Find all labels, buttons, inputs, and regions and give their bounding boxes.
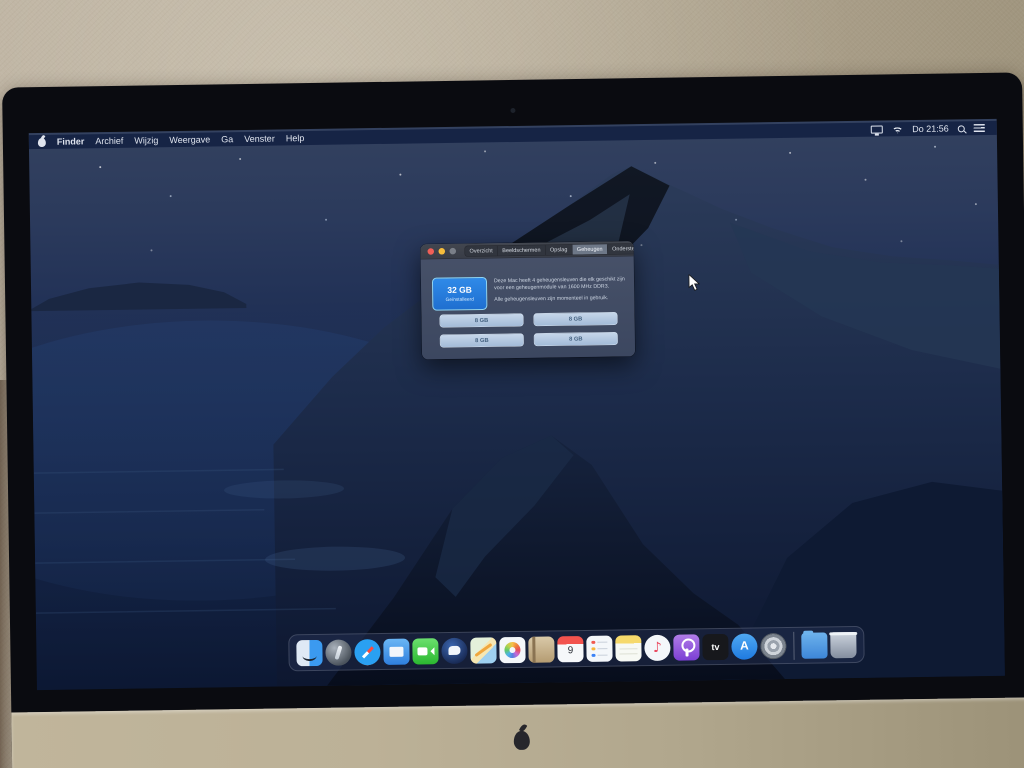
memory-installed-label: Geïnstalleerd: [446, 297, 474, 303]
tab-beeldschermen[interactable]: Beeldschermen: [498, 245, 546, 256]
messages-icon[interactable]: [441, 637, 467, 663]
ram-module-icon: 32 GB Geïnstalleerd: [432, 277, 487, 311]
apple-icon[interactable]: [38, 137, 46, 146]
tab-overzicht[interactable]: Overzicht: [465, 246, 498, 256]
memory-usage-note: Alle geheugensleuven zijn momenteel in g…: [494, 294, 625, 303]
memory-slot-2: 8 GB: [533, 312, 617, 326]
memory-slots: 8 GB 8 GB 8 GB 8 GB: [439, 312, 617, 348]
menu-item-venster[interactable]: Venster: [244, 134, 275, 144]
contacts-icon[interactable]: [528, 636, 554, 662]
mail-icon[interactable]: [383, 638, 409, 664]
memory-total: 32 GB: [447, 285, 472, 295]
facetime-icon[interactable]: [412, 638, 438, 664]
memory-slot-4: 8 GB: [534, 332, 618, 346]
about-tabs: Overzicht Beeldschermen Opslag Geheugen …: [464, 243, 635, 257]
apple-tv-icon[interactable]: tv: [702, 633, 728, 659]
menu-bar-clock[interactable]: Do 21:56: [912, 124, 949, 135]
tab-ondersteuning[interactable]: Ondersteuning: [608, 243, 636, 254]
notes-icon[interactable]: [615, 635, 641, 661]
about-this-mac-window: Overzicht Beeldschermen Opslag Geheugen …: [420, 241, 635, 359]
menu-item-ga[interactable]: Ga: [221, 134, 233, 144]
screen-mirroring-icon[interactable]: [871, 125, 883, 133]
system-preferences-icon[interactable]: [760, 632, 786, 658]
tv-label: tv: [711, 641, 719, 651]
menu-item-weergave[interactable]: Weergave: [169, 134, 210, 145]
imac-chin: [11, 697, 1024, 768]
menu-item-archief[interactable]: Archief: [95, 136, 123, 146]
app-store-icon[interactable]: A: [731, 633, 757, 659]
screen: Finder Archief Wijzig Weergave Ga Venste…: [29, 119, 1005, 690]
calendar-icon[interactable]: 9: [557, 636, 583, 662]
launchpad-icon[interactable]: [325, 639, 351, 665]
close-button[interactable]: [427, 248, 434, 255]
downloads-folder-icon[interactable]: [801, 632, 827, 658]
dock-divider: [793, 631, 794, 659]
imac-monitor: Finder Archief Wijzig Weergave Ga Venste…: [2, 72, 1024, 768]
tab-opslag[interactable]: Opslag: [545, 245, 572, 255]
finder-icon[interactable]: [296, 639, 322, 665]
memory-slot-1: 8 GB: [439, 313, 523, 327]
music-icon[interactable]: ♪: [644, 634, 670, 660]
photos-icon[interactable]: [499, 636, 525, 662]
calendar-day: 9: [557, 636, 583, 656]
mouse-cursor: [688, 274, 700, 292]
menu-item-wijzig[interactable]: Wijzig: [134, 135, 158, 145]
spotlight-search-icon[interactable]: [958, 125, 965, 132]
apple-logo: [514, 731, 530, 750]
menu-item-help[interactable]: Help: [286, 133, 305, 143]
safari-icon[interactable]: [354, 639, 380, 665]
catalina-wallpaper: [29, 119, 1005, 690]
menu-item-finder[interactable]: Finder: [57, 136, 85, 146]
reminders-icon[interactable]: [586, 635, 612, 661]
music-note-glyph: ♪: [653, 639, 662, 655]
memory-slot-3: 8 GB: [440, 333, 524, 347]
memory-description: Deze Mac heeft 4 geheugensleuven die elk…: [494, 276, 625, 292]
tab-geheugen[interactable]: Geheugen: [572, 244, 607, 255]
trash-icon[interactable]: [830, 631, 856, 657]
zoom-button: [449, 248, 456, 255]
menu-extra-icon[interactable]: [974, 124, 985, 132]
maps-icon[interactable]: [470, 637, 496, 663]
memory-tab-content: 32 GB Geïnstalleerd Deze Mac heeft 4 geh…: [421, 257, 635, 360]
wifi-icon[interactable]: [892, 125, 903, 133]
podcasts-icon[interactable]: [673, 634, 699, 660]
app-store-label: A: [740, 638, 749, 652]
facetime-camera-dot: [510, 108, 515, 113]
minimize-button[interactable]: [438, 248, 445, 255]
